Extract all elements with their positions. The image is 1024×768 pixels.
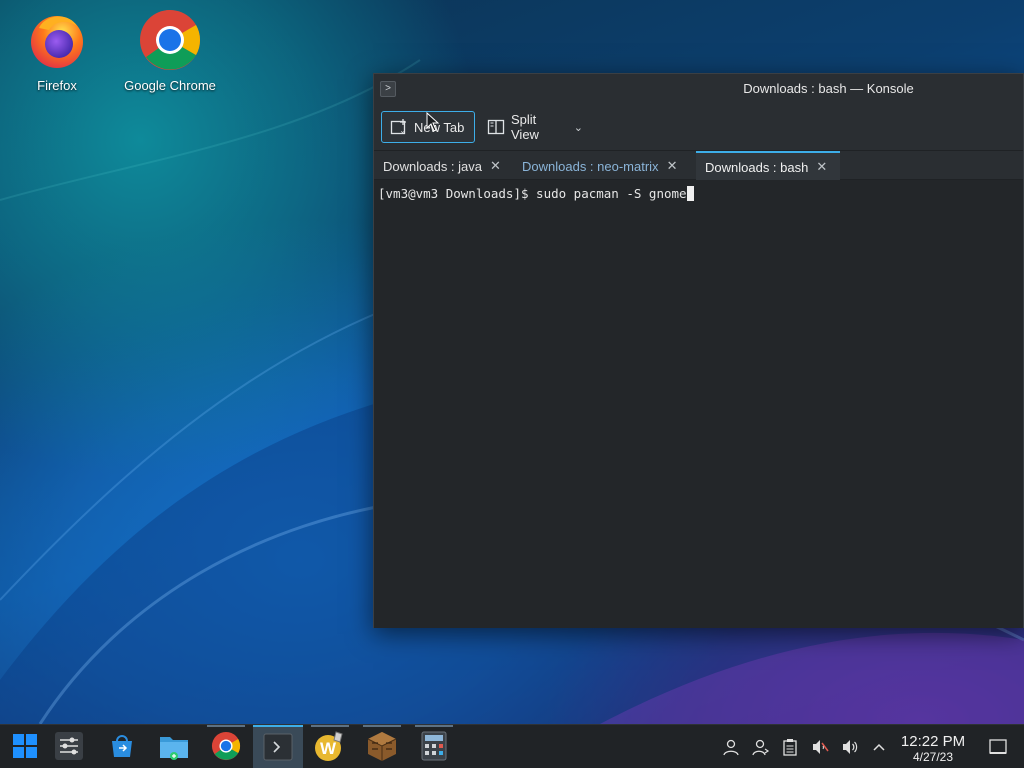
taskbar-minecraft[interactable] bbox=[357, 725, 407, 768]
konsole-tab-bar: Downloads : java ✕ Downloads : neo-matri… bbox=[374, 150, 1023, 181]
w-game-icon: W bbox=[314, 730, 346, 765]
svg-text:W: W bbox=[320, 739, 337, 758]
terminal-icon bbox=[263, 733, 293, 764]
windows-start-icon bbox=[12, 733, 38, 762]
close-tab-icon[interactable]: ✕ bbox=[816, 159, 827, 175]
new-tab-icon: ⌄ bbox=[390, 118, 408, 136]
taskbar-calculator[interactable] bbox=[409, 725, 459, 768]
taskbar-word-game[interactable]: W bbox=[305, 725, 355, 768]
tab-downloads-bash[interactable]: Downloads : bash ✕ bbox=[696, 151, 840, 181]
konsole-toolbar: ⌄ New Tab Split View ⌄ bbox=[374, 104, 1023, 150]
close-tab-icon[interactable]: ✕ bbox=[490, 158, 501, 174]
mouse-pointer-icon bbox=[426, 111, 440, 132]
desktop-icon-label: Firefox bbox=[37, 78, 77, 93]
clock-time: 12:22 PM bbox=[900, 733, 966, 750]
system-clock[interactable]: 12:22 PM 4/27/23 bbox=[893, 733, 973, 764]
text-cursor bbox=[686, 186, 694, 201]
window-titlebar[interactable]: > Downloads : bash — Konsole bbox=[374, 74, 1023, 104]
speaker-muted-icon[interactable] bbox=[810, 737, 830, 757]
split-view-button[interactable]: Split View ⌄ bbox=[479, 111, 591, 143]
chrome-icon bbox=[138, 8, 202, 72]
tab-label: Downloads : bash bbox=[705, 159, 809, 175]
user-switch-icon[interactable] bbox=[751, 737, 771, 757]
desktop-icon-chrome[interactable]: Google Chrome bbox=[120, 8, 220, 93]
show-desktop-icon[interactable] bbox=[988, 737, 1008, 757]
window-title: Downloads : bash — Konsole bbox=[743, 81, 914, 96]
chevron-up-icon[interactable] bbox=[869, 737, 889, 757]
folder-icon bbox=[159, 732, 189, 763]
taskbar-google-chrome[interactable] bbox=[201, 725, 251, 768]
tab-downloads-java[interactable]: Downloads : java ✕ bbox=[374, 151, 512, 181]
taskbar: W 12:22 PM 4/27/23 bbox=[0, 724, 1024, 768]
tab-label: Downloads : java bbox=[383, 158, 482, 174]
clipboard-icon[interactable] bbox=[780, 737, 800, 757]
start-menu-button[interactable] bbox=[0, 725, 50, 768]
taskbar-discover-store[interactable] bbox=[97, 725, 147, 768]
store-bag-icon bbox=[108, 732, 136, 763]
sliders-icon bbox=[55, 731, 83, 763]
terminal-output[interactable]: [vm3@vm3 Downloads]$ sudo pacman -S gnom… bbox=[374, 180, 1023, 628]
taskbar-file-manager[interactable] bbox=[149, 725, 199, 768]
chrome-icon bbox=[211, 731, 241, 764]
konsole-window: > Downloads : bash — Konsole ⌄ New Tab S… bbox=[373, 73, 1024, 628]
firefox-icon bbox=[25, 8, 89, 72]
chevron-down-icon[interactable]: ⌄ bbox=[574, 121, 583, 134]
calculator-icon bbox=[421, 731, 447, 764]
terminal-command: sudo pacman -S gnome bbox=[536, 186, 687, 201]
taskbar-system-settings[interactable] bbox=[44, 725, 94, 768]
tab-label: Downloads : neo-matrix bbox=[522, 158, 659, 174]
tab-downloads-neo-matrix[interactable]: Downloads : neo-matrix ✕ bbox=[513, 151, 696, 181]
taskbar-konsole[interactable] bbox=[253, 725, 303, 768]
crafting-table-icon bbox=[366, 730, 398, 765]
split-view-label: Split View bbox=[511, 112, 539, 142]
terminal-prompt: [vm3@vm3 Downloads]$ bbox=[378, 186, 537, 201]
split-view-icon bbox=[487, 118, 505, 136]
desktop-icon-firefox[interactable]: Firefox bbox=[7, 8, 107, 93]
desktop-icon-label: Google Chrome bbox=[124, 78, 216, 93]
close-tab-icon[interactable]: ✕ bbox=[667, 158, 678, 174]
clock-date: 4/27/23 bbox=[912, 750, 954, 764]
user-icon[interactable] bbox=[721, 737, 741, 757]
volume-icon[interactable] bbox=[840, 737, 860, 757]
